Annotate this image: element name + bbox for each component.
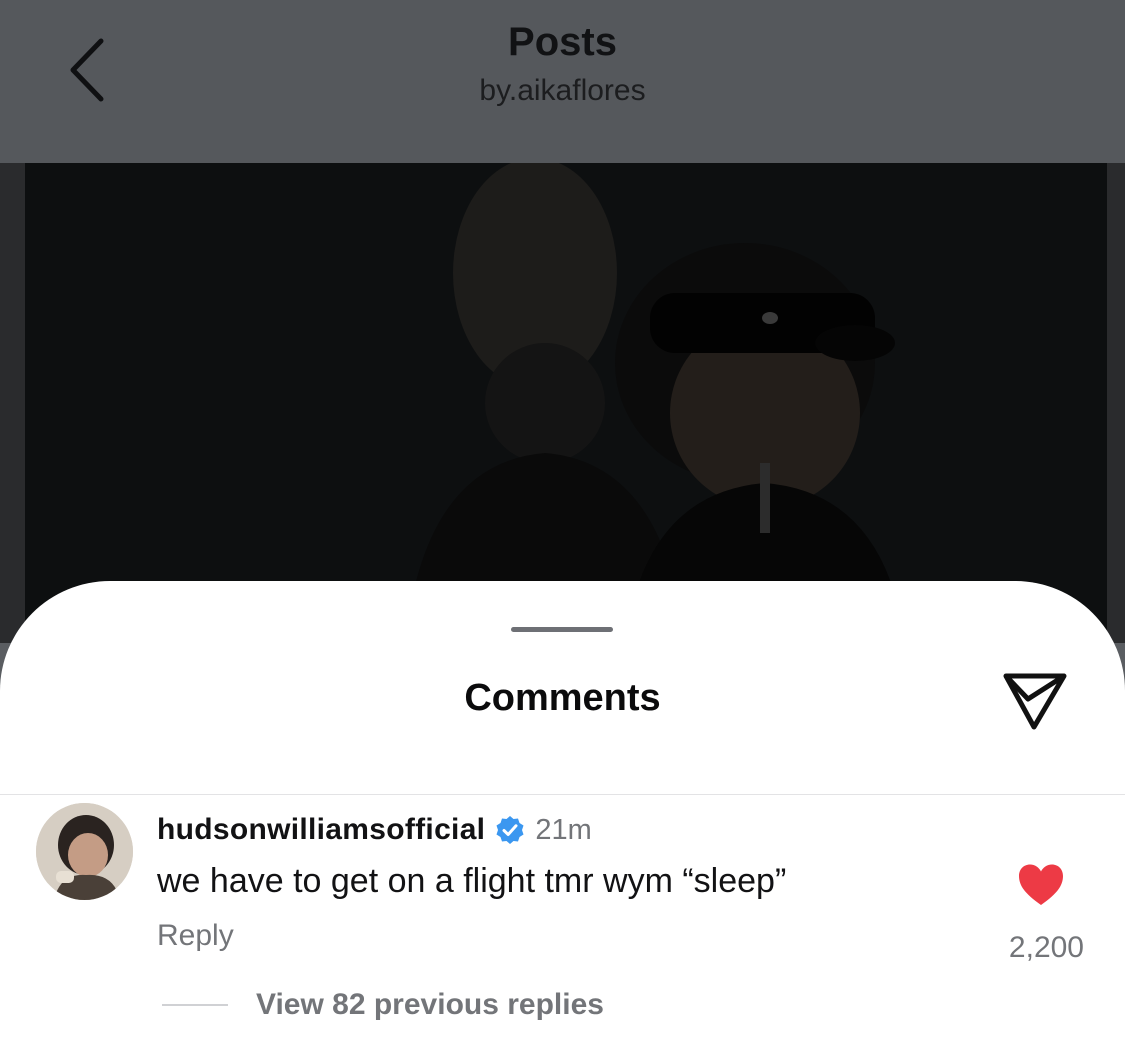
post-photo-image — [25, 163, 1107, 643]
sheet-grabber[interactable] — [511, 627, 613, 632]
heart-filled-icon — [1019, 864, 1063, 905]
avatar-photo — [36, 803, 133, 900]
paper-plane-icon — [1003, 673, 1067, 730]
post-photo[interactable] — [0, 163, 1125, 643]
comments-title: Comments — [464, 677, 661, 719]
view-replies-label: View 82 previous replies — [256, 988, 604, 1021]
photo-illustration — [25, 163, 1107, 643]
comment-header: hudsonwilliamsofficial 21m — [157, 810, 592, 850]
verified-badge-icon — [495, 815, 525, 845]
view-replies-button[interactable]: View 82 previous replies — [162, 985, 604, 1025]
sheet-divider — [0, 794, 1125, 795]
post-comments-screen: Posts by.aikaflores Comments hudsonwilli… — [0, 0, 1125, 1058]
comment-text: we have to get on a flight tmr wym “slee… — [157, 862, 787, 900]
top-bar: Posts by.aikaflores — [0, 0, 1125, 163]
avatar[interactable] — [36, 803, 133, 900]
replies-divider-line — [162, 1004, 228, 1006]
page-subtitle: by.aikaflores — [479, 74, 646, 107]
share-button[interactable] — [996, 665, 1076, 735]
comments-sheet: Comments hudsonwilliamsofficial 21m we h… — [0, 581, 1125, 1058]
comment-username[interactable]: hudsonwilliamsofficial — [157, 813, 485, 847]
page-title: Posts — [508, 20, 617, 64]
like-count: 2,200 — [1008, 931, 1084, 964]
comment-time: 21m — [535, 813, 592, 846]
reply-button[interactable]: Reply — [157, 919, 234, 953]
like-button[interactable] — [1013, 861, 1069, 909]
